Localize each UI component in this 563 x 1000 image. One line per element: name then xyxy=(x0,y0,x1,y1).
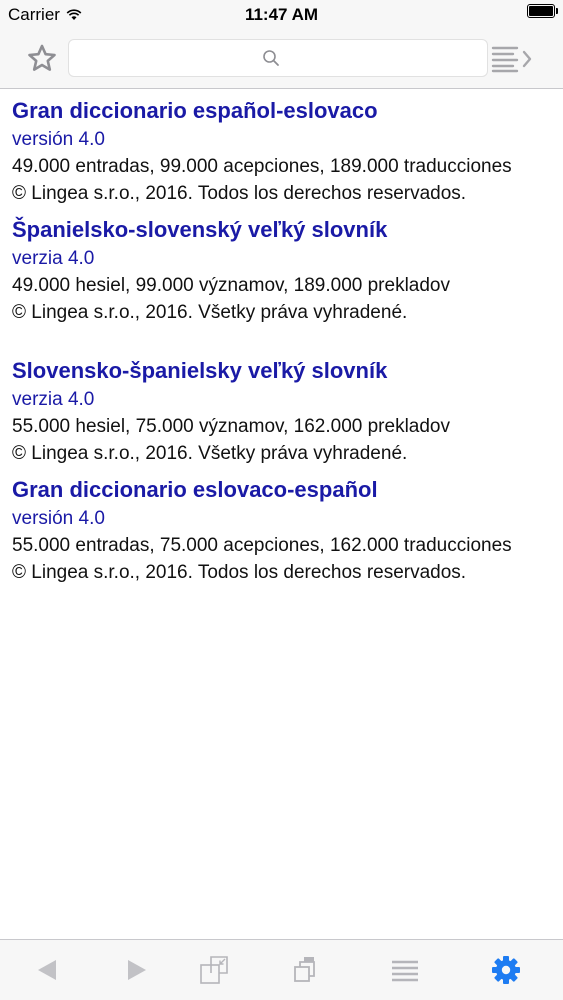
dictionary-entry[interactable]: Španielsko-slovenský veľký slovník verzi… xyxy=(12,215,552,326)
dictionary-entry[interactable]: Gran diccionario eslovaco-español versió… xyxy=(12,475,552,586)
dictionary-copyright: © Lingea s.r.o., 2016. Všetky práva vyhr… xyxy=(12,443,408,464)
star-icon[interactable] xyxy=(26,43,58,75)
dictionary-version: verzia 4.0 xyxy=(12,389,95,410)
dictionary-stats: 55.000 entradas, 75.000 acepciones, 162.… xyxy=(12,535,512,556)
windows-icon[interactable] xyxy=(290,954,322,986)
dictionary-version: versión 4.0 xyxy=(12,129,105,150)
dictionary-entry[interactable]: Slovensko-španielsky veľký slovník verzi… xyxy=(12,356,552,467)
search-field[interactable] xyxy=(68,39,488,77)
dictionary-copyright: © Lingea s.r.o., 2016. Všetky práva vyhr… xyxy=(12,302,408,323)
battery-icon xyxy=(527,4,558,18)
dictionary-stats: 55.000 hesiel, 75.000 významov, 162.000 … xyxy=(12,416,451,437)
dictionary-stats: 49.000 hesiel, 99.000 významov, 189.000 … xyxy=(12,275,451,296)
search-input[interactable] xyxy=(69,40,487,76)
dictionary-version: verzia 4.0 xyxy=(12,248,95,269)
status-bar: Carrier 11:47 AM xyxy=(0,0,563,30)
battery-fill xyxy=(529,6,553,16)
dictionary-title[interactable]: Gran diccionario español-eslovaco xyxy=(12,96,552,126)
settings-icon[interactable] xyxy=(490,954,522,986)
bottom-toolbar xyxy=(0,939,563,1000)
forward-icon[interactable] xyxy=(120,954,152,986)
dictionary-entry[interactable]: Gran diccionario español-eslovaco versió… xyxy=(12,96,552,207)
status-right xyxy=(527,4,558,18)
dictionary-copyright: © Lingea s.r.o., 2016. Todos los derecho… xyxy=(12,183,467,204)
dictionary-stats: 49.000 entradas, 99.000 acepciones, 189.… xyxy=(12,156,512,177)
collapse-icon[interactable] xyxy=(198,954,230,986)
dictionary-copyright: © Lingea s.r.o., 2016. Todos los derecho… xyxy=(12,562,467,583)
top-toolbar xyxy=(0,30,563,89)
dictionary-title[interactable]: Gran diccionario eslovaco-español xyxy=(12,475,552,505)
list-forward-icon[interactable] xyxy=(491,44,537,74)
dictionary-title[interactable]: Slovensko-španielsky veľký slovník xyxy=(12,356,552,386)
menu-icon[interactable] xyxy=(389,954,421,986)
dictionary-version: versión 4.0 xyxy=(12,508,105,529)
dictionary-list: Gran diccionario español-eslovaco versió… xyxy=(12,96,552,594)
back-icon[interactable] xyxy=(32,954,64,986)
dictionary-title[interactable]: Španielsko-slovenský veľký slovník xyxy=(12,215,552,245)
status-time: 11:47 AM xyxy=(244,5,319,24)
